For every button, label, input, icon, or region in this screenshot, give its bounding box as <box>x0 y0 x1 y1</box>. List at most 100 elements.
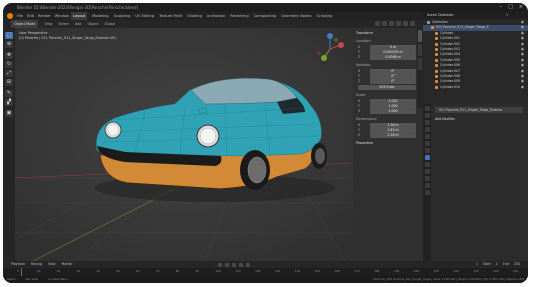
scale-tool-icon[interactable]: ⤢ <box>5 70 13 77</box>
rotation-mode-dropdown[interactable]: XYZ Euler <box>358 85 416 90</box>
dimensions-x-field[interactable]: X 1.38 m <box>358 123 416 128</box>
add-modifier-button[interactable]: Add Modifier <box>435 117 455 122</box>
transform-panel-title[interactable]: Transform <box>356 31 373 35</box>
measure-tool-icon[interactable]: ▞ <box>5 99 13 106</box>
tab-uv-editing[interactable]: UV Editing <box>135 12 154 20</box>
menu-file[interactable]: File <box>17 12 23 20</box>
location-x-field[interactable]: X0 m <box>358 45 416 50</box>
scale-y-field[interactable]: Y 1.000 <box>358 104 416 109</box>
modifier-properties-icon[interactable] <box>424 155 430 160</box>
sidebar-tab-view[interactable] <box>418 58 422 70</box>
particles-properties-icon[interactable] <box>424 162 430 167</box>
xray-icon[interactable] <box>382 21 387 26</box>
tab-texture-paint[interactable]: Texture Paint <box>159 12 182 20</box>
outliner-row[interactable]: Cylinder.001 ◉ <box>423 36 528 41</box>
play-icon[interactable] <box>232 262 236 267</box>
menu-edit[interactable]: Edit <box>27 12 34 20</box>
outliner-row[interactable]: Cylinder.009 ◉ <box>423 79 528 84</box>
playhead[interactable] <box>21 268 22 276</box>
overlay-icon[interactable] <box>375 21 380 26</box>
scale-x-field[interactable]: X 1.000 <box>358 99 416 104</box>
filter-icon[interactable]: ▾ <box>506 12 508 19</box>
render-properties-icon[interactable] <box>424 113 430 118</box>
rendered-shading-icon[interactable] <box>410 21 415 26</box>
view-layer-properties-icon[interactable] <box>424 127 430 132</box>
jump-start-icon[interactable] <box>218 262 222 267</box>
outliner-row[interactable]: Cylinder.007 ◉ <box>423 69 528 74</box>
viewport-menu-object[interactable]: Object <box>87 20 98 28</box>
annotate-tool-icon[interactable]: ✎ <box>5 90 13 97</box>
outliner-row[interactable]: Cylinder.002 ◉ <box>423 42 528 47</box>
current-frame-field[interactable]: 1 <box>476 261 478 268</box>
rotation-z-field[interactable]: Z 0° <box>358 79 416 84</box>
tab-animation[interactable]: Animation <box>207 12 225 20</box>
timeline-menu-marker[interactable]: Marker <box>62 261 73 268</box>
tab-scripting[interactable]: Scripting <box>316 12 332 20</box>
menu-window[interactable]: Window <box>55 12 69 20</box>
scene-properties-icon[interactable] <box>424 134 430 139</box>
physics-properties-icon[interactable] <box>424 169 430 174</box>
timeline-menu-keying[interactable]: Keying <box>31 261 42 268</box>
timeline-ruler[interactable]: 0 10 20 30 40 50 60 70 80 90 100 110 120 130 140 150 160… <box>3 268 528 276</box>
outliner-row[interactable]: Cylinder.010 ◉ <box>423 85 528 90</box>
tab-modeling[interactable]: Modeling <box>92 12 108 20</box>
object-properties-icon[interactable] <box>424 148 430 153</box>
object-mode-dropdown[interactable]: Object Mode <box>11 20 39 28</box>
blender-logo-icon[interactable] <box>7 13 13 19</box>
move-tool-icon[interactable]: ✥ <box>5 52 13 59</box>
select-box-tool-icon[interactable]: ⬚ <box>5 32 13 39</box>
location-z-field[interactable]: Z 0.0068 m <box>358 55 416 60</box>
world-properties-icon[interactable] <box>424 141 430 146</box>
properties-panel-title[interactable]: Properties <box>356 141 373 145</box>
start-frame-field[interactable]: 1 <box>496 261 498 268</box>
rotation-y-field[interactable]: Y 0° <box>358 74 416 79</box>
viewport-menu-add[interactable]: Add <box>75 20 82 28</box>
menu-render[interactable]: Render <box>38 12 51 20</box>
outliner-row[interactable]: Cylinder.004 ◉ <box>423 52 528 57</box>
add-cube-tool-icon[interactable]: ▣ <box>5 110 13 117</box>
active-object-name[interactable]: 911 Porsche_911_Singer_Targa_Exterior <box>435 107 523 113</box>
rotate-tool-icon[interactable]: ↻ <box>5 61 13 68</box>
tab-layout[interactable]: Layout <box>71 12 88 20</box>
minimize-icon[interactable]: – <box>500 3 503 12</box>
tab-sculpting[interactable]: Sculpting <box>114 12 131 20</box>
close-icon[interactable]: × <box>519 3 523 12</box>
outliner-row[interactable]: Cylinder.006 ◉ <box>423 63 528 68</box>
3d-viewport[interactable]: User Perspective (0) Porsche | 911 Porsc… <box>15 28 353 261</box>
next-keyframe-icon[interactable] <box>239 262 243 267</box>
outliner-row[interactable]: 911 Porsche_911_Singer_Targa_E ◉ <box>423 25 528 31</box>
timeline-tick-label: 30 <box>76 269 81 273</box>
dimensions-y-field[interactable]: Y 1.83 m <box>358 128 416 133</box>
tab-compositing[interactable]: Compositing <box>254 12 277 20</box>
rotation-x-field[interactable]: X 0° <box>358 69 416 74</box>
wireframe-shading-icon[interactable] <box>389 21 394 26</box>
data-properties-icon[interactable] <box>424 183 430 188</box>
material-shading-icon[interactable] <box>403 21 408 26</box>
eye-visibility-icon[interactable]: ◉ <box>521 85 524 90</box>
jump-end-icon[interactable] <box>246 262 250 267</box>
end-frame-field[interactable]: 250 <box>514 261 520 268</box>
tool-properties-icon[interactable] <box>424 106 430 111</box>
tab-geometry-nodes[interactable]: Geometry Nodes <box>281 12 311 20</box>
maximize-icon[interactable]: □ <box>508 3 513 12</box>
constraints-properties-icon[interactable] <box>424 176 430 181</box>
sidebar-tab-item[interactable] <box>418 30 422 42</box>
tab-rendering[interactable]: Rendering <box>230 12 248 20</box>
scale-z-field[interactable]: Z 1.000 <box>358 109 416 114</box>
tab-shading[interactable]: Shading <box>187 12 202 20</box>
viewport-menu-select[interactable]: Select <box>58 20 68 28</box>
cursor-tool-icon[interactable]: ⊕ <box>5 41 13 48</box>
transform-orientation-dropdown[interactable]: Global <box>105 20 116 28</box>
viewport-menu-view[interactable]: View <box>44 20 52 28</box>
output-properties-icon[interactable] <box>424 120 430 125</box>
dimensions-z-field[interactable]: Z 2.18 m <box>358 133 416 138</box>
solid-shading-icon[interactable] <box>396 21 401 26</box>
sidebar-tab-tool[interactable] <box>418 44 422 56</box>
transform-tool-icon[interactable]: ⊞ <box>5 79 13 86</box>
timeline-menu-view[interactable]: View <box>48 261 56 268</box>
timeline-menu-playback[interactable]: Playback <box>11 261 25 268</box>
navigation-gizmo[interactable] <box>313 32 347 66</box>
prev-keyframe-icon[interactable] <box>225 262 229 267</box>
location-y-field[interactable]: Y 0.000035 m <box>358 50 416 55</box>
material-properties-icon[interactable] <box>424 190 430 195</box>
